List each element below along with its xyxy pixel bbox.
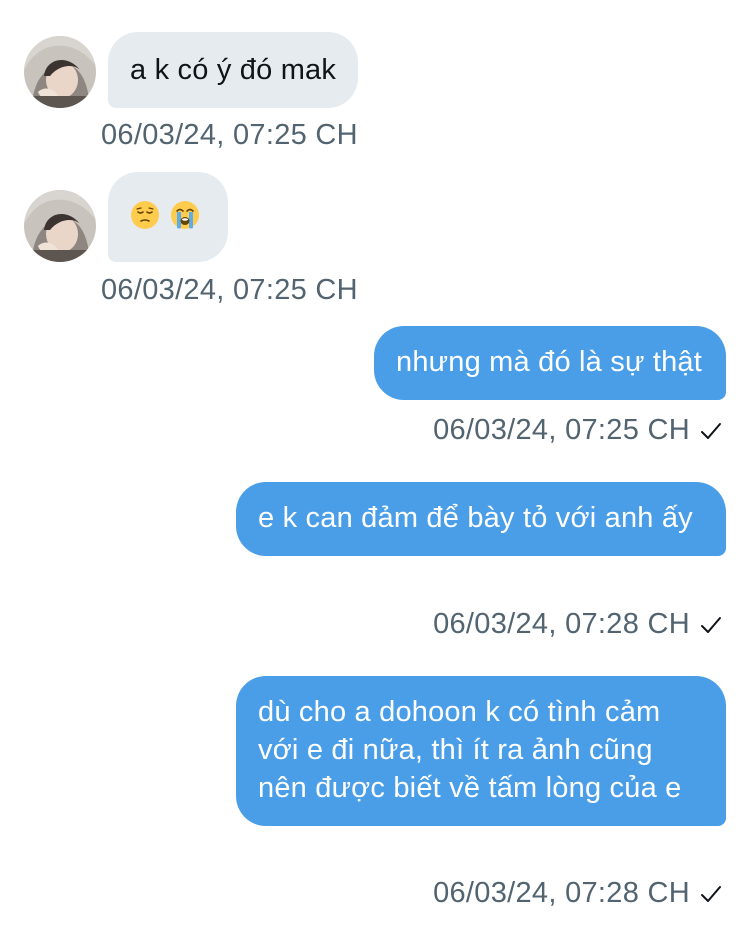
pensive-face-emoji — [131, 201, 159, 229]
message-bubble-outgoing[interactable]: nhưng mà đó là sự thật — [373, 326, 726, 400]
message-timestamp: 06/03/24, 07:28 CH — [433, 877, 690, 909]
message-bubble-incoming[interactable]: a k có ý đó mak — [108, 32, 359, 108]
message-text: a k có ý đó mak — [130, 54, 337, 86]
message-meta: 06/03/24, 07:28 CH — [433, 607, 722, 641]
message-text: nhưng mà đó là sự thật — [395, 346, 702, 378]
message-timestamp: 06/03/24, 07:28 CH — [433, 608, 690, 640]
sender-avatar[interactable] — [24, 190, 96, 262]
message-text: dù cho a dohoon k có tình cảm với e đi n… — [258, 696, 682, 804]
message-bubble-outgoing[interactable]: e k can đảm để bày tỏ với anh ấy — [236, 482, 726, 556]
message-timestamp: 06/03/24, 07:25 CH — [101, 119, 358, 151]
message-meta: 06/03/24, 07:25 CH — [433, 413, 722, 447]
checkmark-icon — [701, 617, 721, 633]
message-text: e k can đảm để bày tỏ với anh ấy — [258, 502, 693, 534]
checkmark-icon — [701, 423, 721, 439]
chat-thread: a k có ý đó mak 06/03/24, 07:25 CH 06/03… — [0, 0, 750, 929]
emoji-row — [130, 196, 200, 234]
loudly-crying-face-emoji — [171, 201, 199, 229]
message-bubble-outgoing[interactable]: dù cho a dohoon k có tình cảm với e đi n… — [236, 676, 726, 826]
sender-avatar[interactable] — [24, 36, 96, 108]
message-timestamp: 06/03/24, 07:25 CH — [101, 274, 358, 306]
checkmark-icon — [701, 886, 721, 902]
message-timestamp: 06/03/24, 07:25 CH — [433, 414, 690, 446]
message-bubble-incoming[interactable] — [108, 172, 228, 262]
message-meta: 06/03/24, 07:28 CH — [433, 876, 722, 910]
